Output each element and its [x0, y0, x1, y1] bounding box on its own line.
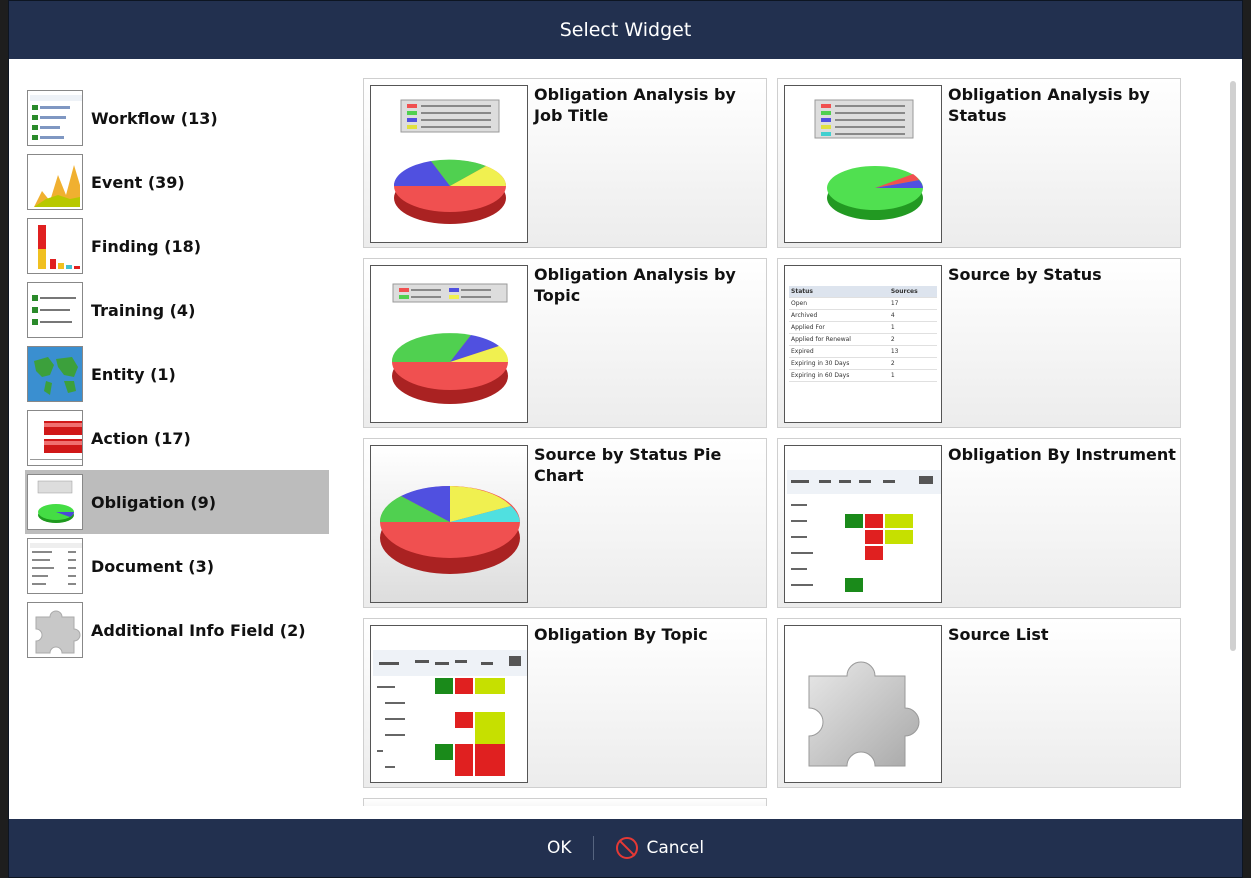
category-label: Event (39) [91, 172, 185, 192]
category-label: Finding (18) [91, 236, 202, 256]
cancel-button[interactable]: Cancel [610, 837, 710, 859]
document-table-icon [27, 538, 83, 594]
category-label: Document (3) [91, 556, 215, 576]
cancel-icon [616, 837, 639, 859]
category-label: Action (17) [91, 428, 191, 448]
training-list-icon [27, 282, 83, 338]
dialog-title-bar: Select Widget [9, 1, 1242, 59]
dialog-title: Select Widget [559, 19, 692, 41]
widget-grid: Obligation Analysis by Job Title Obligat… [363, 78, 1208, 806]
widget-title: Source by Status Pie Chart [534, 445, 722, 485]
category-document[interactable]: Document (3) [25, 534, 329, 598]
widget-title: Obligation Analysis by Topic [534, 265, 736, 305]
pie-chart-preview [784, 85, 942, 243]
pie-chart-preview [370, 85, 528, 243]
area-chart-icon [27, 154, 83, 210]
category-workflow[interactable]: Workflow (13) [25, 86, 329, 150]
widget-card-source-list[interactable]: Source List [777, 618, 1181, 788]
table-preview [784, 445, 942, 603]
puzzle-piece-icon [784, 625, 942, 783]
category-label: Workflow (13) [91, 108, 218, 128]
widget-card-partial[interactable] [363, 798, 767, 806]
widget-title: Obligation By Topic [534, 625, 708, 644]
select-widget-dialog: Select Widget Workflow (13) Event (39) F… [8, 0, 1243, 878]
widget-title: Obligation Analysis by Status [948, 85, 1150, 125]
button-divider [593, 836, 595, 860]
ok-button[interactable]: OK [541, 838, 578, 858]
category-label: Training (4) [91, 300, 196, 320]
widget-title: Source List [948, 625, 1049, 644]
widget-title: Source by Status [948, 265, 1102, 284]
category-label: Entity (1) [91, 364, 176, 384]
category-list: Workflow (13) Event (39) Finding (18) Tr… [25, 86, 329, 662]
dialog-footer: OK Cancel [9, 819, 1242, 877]
pie-chart-preview [370, 445, 528, 603]
scrollbar[interactable] [1230, 81, 1236, 651]
category-label: Additional Info Field (2) [91, 620, 306, 640]
source-status-table: Status Sources Open 17 Archived 4 Applied F… [789, 286, 937, 382]
widget-card-source-by-status[interactable]: Status Sources Open 17 Archived 4 Applied F… [777, 258, 1181, 428]
category-action[interactable]: Action (17) [25, 406, 329, 470]
widget-card-source-by-status-pie[interactable]: Source by Status Pie Chart [363, 438, 767, 608]
category-finding[interactable]: Finding (18) [25, 214, 329, 278]
category-event[interactable]: Event (39) [25, 150, 329, 214]
widget-title: Obligation By Instrument [948, 445, 1176, 464]
widget-title: Obligation Analysis by Job Title [534, 85, 736, 125]
world-map-icon [27, 346, 83, 402]
pie-chart-icon [27, 474, 83, 530]
bar-chart-icon [27, 218, 83, 274]
pie-chart-preview [370, 265, 528, 423]
category-training[interactable]: Training (4) [25, 278, 329, 342]
table-preview [370, 625, 528, 783]
widget-card-obligation-by-topic[interactable]: Obligation By Topic [363, 618, 767, 788]
category-obligation[interactable]: Obligation (9) [25, 470, 329, 534]
horizontal-bar-icon [27, 410, 83, 466]
widget-card-obligation-analysis-job-title[interactable]: Obligation Analysis by Job Title [363, 78, 767, 248]
workflow-list-icon [27, 90, 83, 146]
category-additional-info-field[interactable]: Additional Info Field (2) [25, 598, 329, 662]
category-label: Obligation (9) [91, 492, 217, 512]
puzzle-piece-icon [27, 602, 83, 658]
category-entity[interactable]: Entity (1) [25, 342, 329, 406]
widget-card-obligation-analysis-status[interactable]: Obligation Analysis by Status [777, 78, 1181, 248]
widget-card-obligation-analysis-topic[interactable]: Obligation Analysis by Topic [363, 258, 767, 428]
ok-label: OK [546, 838, 572, 858]
widget-card-obligation-by-instrument[interactable]: Obligation By Instrument [777, 438, 1181, 608]
table-preview: Status Sources Open 17 Archived 4 Applied F… [784, 265, 942, 423]
cancel-label: Cancel [646, 838, 705, 858]
